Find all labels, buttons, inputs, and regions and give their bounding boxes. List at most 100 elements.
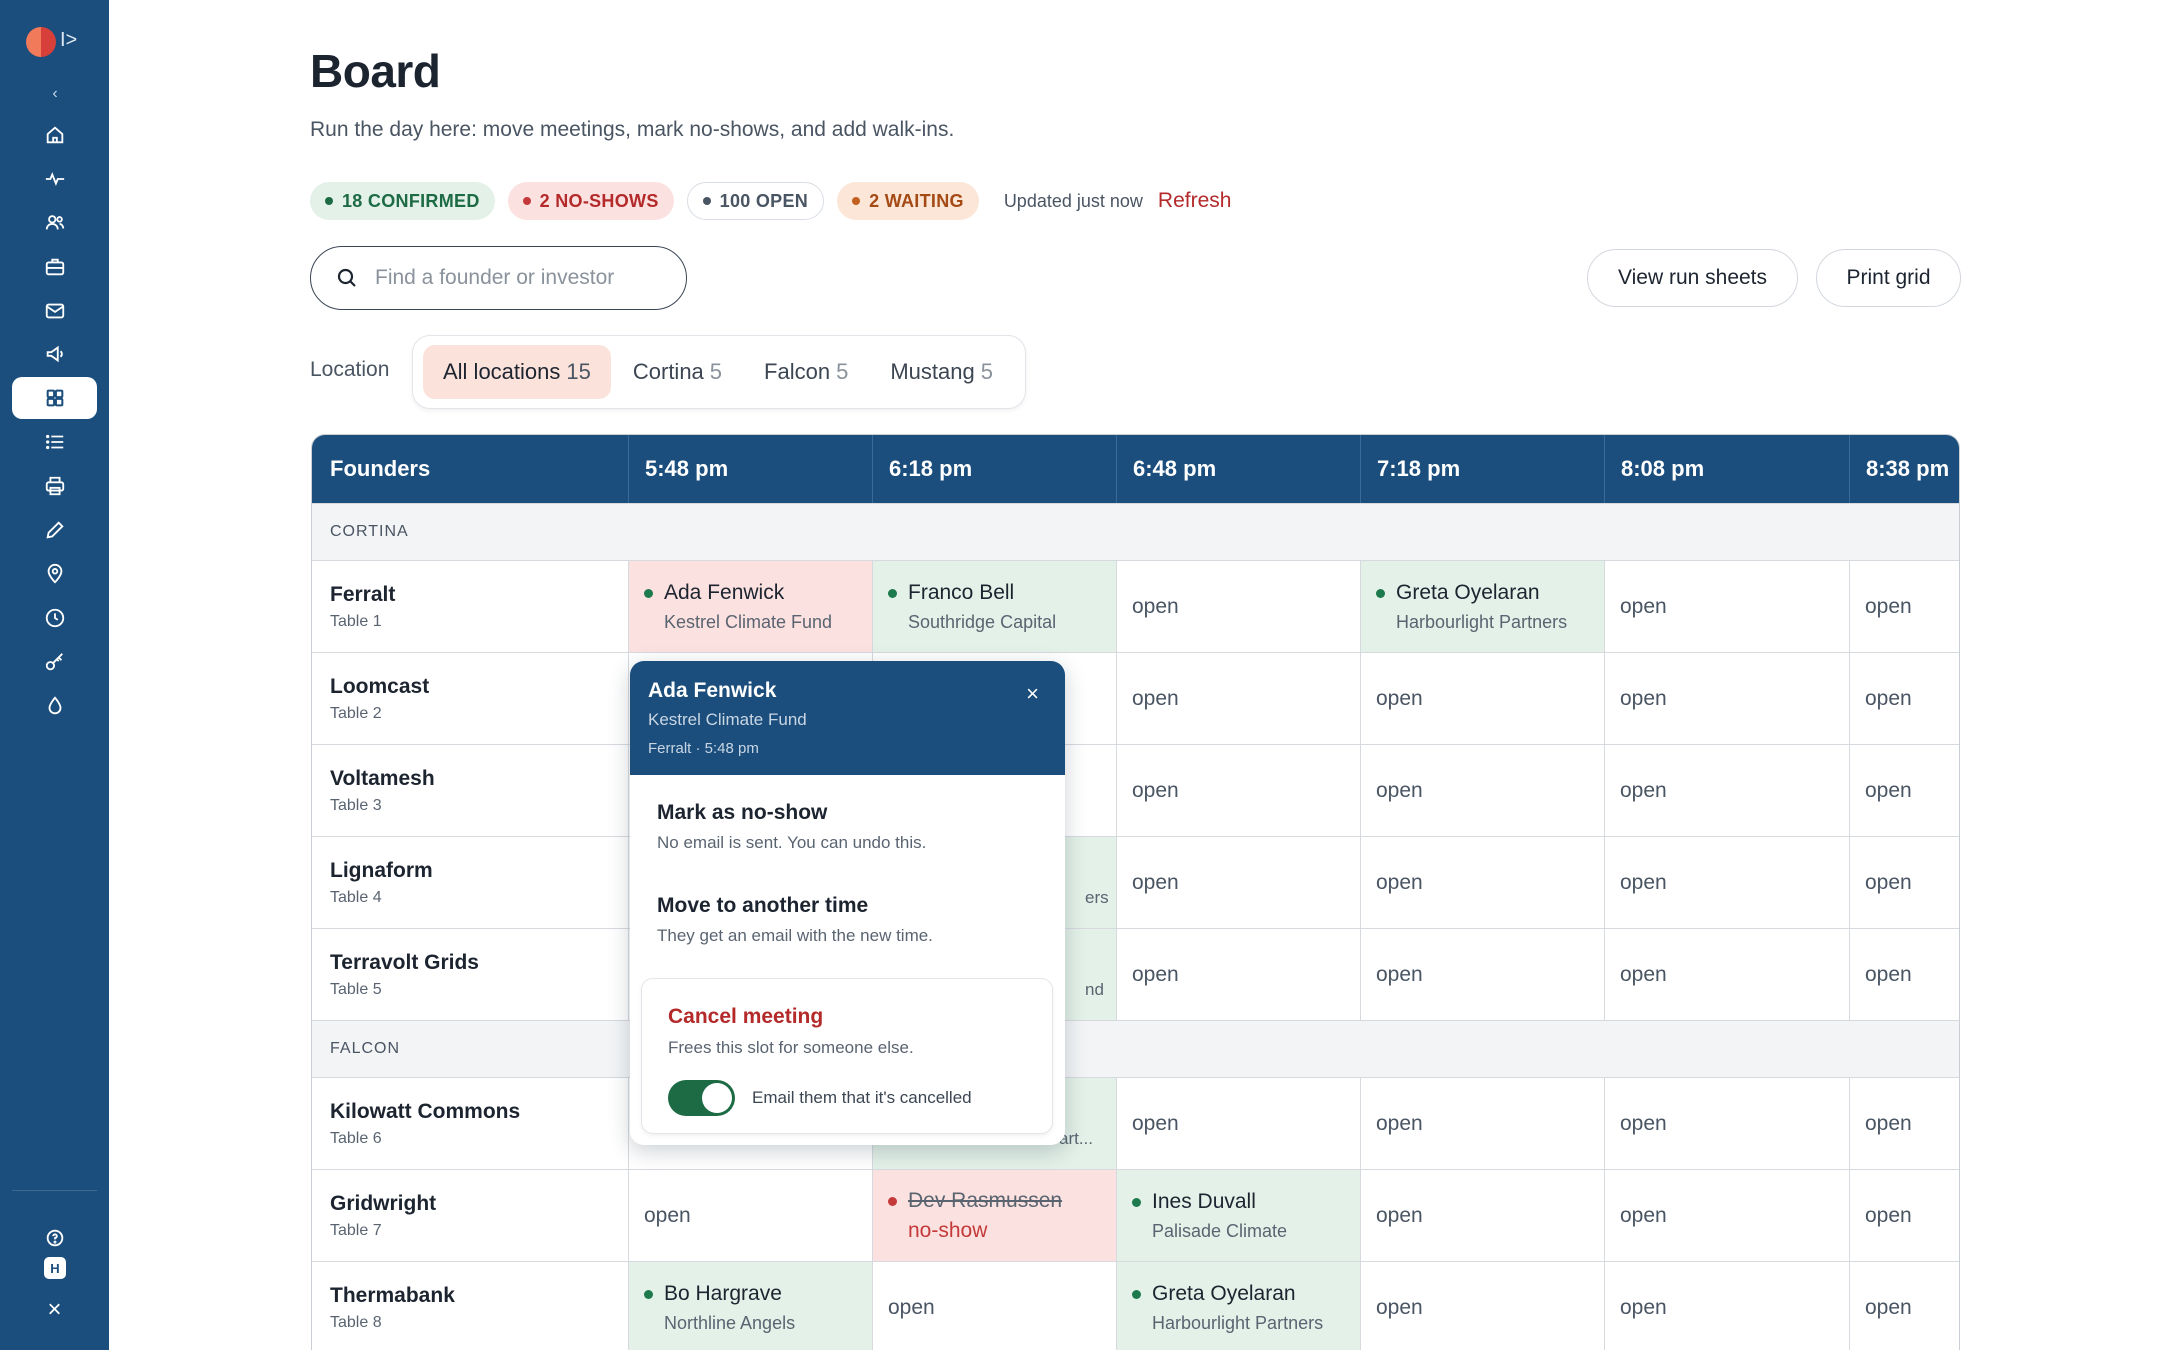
droplet-icon (48, 696, 61, 715)
open-slot[interactable]: open (1360, 653, 1604, 745)
founder-cell: Ferralt Table 1 (312, 561, 628, 653)
open-slot[interactable]: open (1360, 1262, 1604, 1350)
open-slot[interactable]: open (1116, 1078, 1360, 1170)
open-slot[interactable]: open (1604, 745, 1849, 837)
cancel-meeting-option[interactable]: Cancel meeting Frees this slot for someo… (641, 978, 1053, 1134)
open-slot[interactable]: open (1360, 1170, 1604, 1262)
meeting-slot[interactable]: Ada Fenwick Kestrel Climate Fund (628, 561, 872, 653)
open-slot[interactable]: open (1116, 929, 1360, 1021)
open-slot-label: open (1132, 871, 1179, 894)
waiting-badge[interactable]: 2 WAITING (837, 182, 979, 220)
open-slot-label: open (1620, 1296, 1667, 1319)
open-slot[interactable]: open (628, 1170, 872, 1262)
open-badge[interactable]: 100 OPEN (686, 182, 825, 220)
sidebar-item-schedule[interactable] (12, 597, 97, 639)
open-slot-label: open (1620, 871, 1667, 894)
refresh-link[interactable]: Refresh (1158, 189, 1232, 213)
sidebar-item-investors[interactable] (12, 246, 97, 288)
search-input[interactable] (375, 266, 665, 290)
open-slot[interactable]: open (1604, 837, 1849, 929)
sidebar-item-home[interactable] (12, 114, 97, 156)
sidebar-item-print[interactable] (12, 465, 97, 507)
no-show-slot[interactable]: Dev Rasmussen no-show (872, 1170, 1116, 1262)
founder-name: Loomcast (330, 675, 430, 698)
founder-cell: Terravolt Grids Table 5 (312, 929, 628, 1021)
sidebar-item-announcements[interactable] (12, 333, 97, 375)
open-slot[interactable]: open (1849, 1078, 1959, 1170)
sidebar-item-access[interactable] (12, 641, 97, 683)
column-header-time: 5:48 pm (628, 435, 872, 503)
move-meeting-option[interactable]: Move to another time They get an email w… (657, 894, 933, 946)
location-tabs: All locations 15 Cortina 5 Falcon 5 Mustang… (412, 335, 1026, 409)
open-slot[interactable]: open (872, 1262, 1116, 1350)
meeting-slot[interactable]: Greta Oyelaran Harbourlight Partners (1360, 561, 1604, 653)
open-slot-label: open (1865, 1296, 1912, 1319)
expand-sidebar-icon[interactable]: I> (60, 28, 77, 52)
collapse-chevron-icon[interactable]: ‹ (48, 84, 62, 104)
meeting-slot[interactable]: Greta Oyelaran Harbourlight Partners (1116, 1262, 1360, 1350)
open-slot[interactable]: open (1849, 929, 1959, 1021)
user-avatar[interactable]: H (44, 1257, 66, 1279)
sidebar-item-list[interactable] (12, 421, 97, 463)
app-logo[interactable] (26, 27, 56, 57)
meeting-slot[interactable]: Bo Hargrave Northline Angels (628, 1262, 872, 1350)
option-description: They get an email with the new time. (657, 926, 933, 945)
mark-no-show-option[interactable]: Mark as no-show No email is sent. You ca… (657, 801, 926, 853)
open-slot[interactable]: open (1849, 1262, 1959, 1350)
table-row: Lignaform Table 4 ers open open open ope… (312, 836, 1959, 929)
sidebar-item-edit[interactable] (12, 509, 97, 551)
sidebar-divider (12, 1190, 97, 1191)
confirmed-badge[interactable]: 18 CONFIRMED (310, 182, 495, 220)
open-slot[interactable]: open (1849, 653, 1959, 745)
meeting-slot[interactable]: Ines Duvall Palisade Climate (1116, 1170, 1360, 1262)
sidebar-item-theme[interactable] (12, 685, 97, 727)
home-icon (46, 126, 63, 144)
open-slot[interactable]: open (1604, 929, 1849, 1021)
tab-all-locations[interactable]: All locations 15 (423, 345, 611, 399)
open-slot[interactable]: open (1604, 1078, 1849, 1170)
print-grid-button[interactable]: Print grid (1816, 249, 1961, 307)
open-slot[interactable]: open (1116, 653, 1360, 745)
open-slot[interactable]: open (1604, 1262, 1849, 1350)
meeting-slot[interactable]: Franco Bell Southridge Capital (872, 561, 1116, 653)
close-icon[interactable]: × (1026, 683, 1039, 705)
tab-label: Cortina (632, 359, 704, 384)
tab-falcon[interactable]: Falcon 5 (744, 345, 868, 399)
sidebar-item-help[interactable] (12, 1217, 97, 1259)
search-field[interactable] (310, 246, 687, 310)
sidebar-item-board[interactable] (12, 377, 97, 419)
open-slot[interactable]: open (1849, 745, 1959, 837)
no-shows-badge[interactable]: 2 NO-SHOWS (507, 182, 674, 220)
sidebar-item-activity[interactable] (12, 158, 97, 200)
tab-mustang[interactable]: Mustang 5 (870, 345, 1013, 399)
founder-cell: Lignaform Table 4 (312, 837, 628, 929)
open-slot[interactable]: open (1116, 745, 1360, 837)
open-slot[interactable]: open (1116, 561, 1360, 653)
investor-name: Bo Hargrave (664, 1282, 782, 1305)
open-slot[interactable]: open (1849, 1170, 1959, 1262)
sidebar-item-mail[interactable] (12, 290, 97, 332)
open-slot[interactable]: open (1360, 929, 1604, 1021)
open-slot[interactable]: open (1604, 561, 1849, 653)
obscured-text: nd (1085, 980, 1104, 999)
popover-meeting-meta: Ferralt · 5:48 pm (648, 740, 759, 757)
open-slot[interactable]: open (1360, 1078, 1604, 1170)
open-slot[interactable]: open (1360, 745, 1604, 837)
tab-cortina[interactable]: Cortina 5 (613, 345, 742, 399)
open-slot[interactable]: open (1604, 1170, 1849, 1262)
investor-name: Greta Oyelaran (1152, 1282, 1296, 1305)
open-slot[interactable]: open (1604, 653, 1849, 745)
sidebar-item-people[interactable] (12, 202, 97, 244)
close-icon[interactable]: × (12, 1289, 97, 1331)
grid-header: Founders 5:48 pm 6:18 pm 6:48 pm 7:18 pm… (312, 435, 1959, 503)
view-run-sheets-button[interactable]: View run sheets (1587, 249, 1798, 307)
open-slot[interactable]: open (1360, 837, 1604, 929)
email-cancel-toggle[interactable] (668, 1080, 735, 1116)
open-slot[interactable]: open (1116, 837, 1360, 929)
open-slot-label: open (1865, 871, 1912, 894)
open-slot[interactable]: open (1849, 837, 1959, 929)
sidebar-item-locations[interactable] (12, 553, 97, 595)
open-slot[interactable]: open (1849, 561, 1959, 653)
printer-icon (45, 476, 64, 496)
investor-name: Ada Fenwick (664, 581, 785, 604)
